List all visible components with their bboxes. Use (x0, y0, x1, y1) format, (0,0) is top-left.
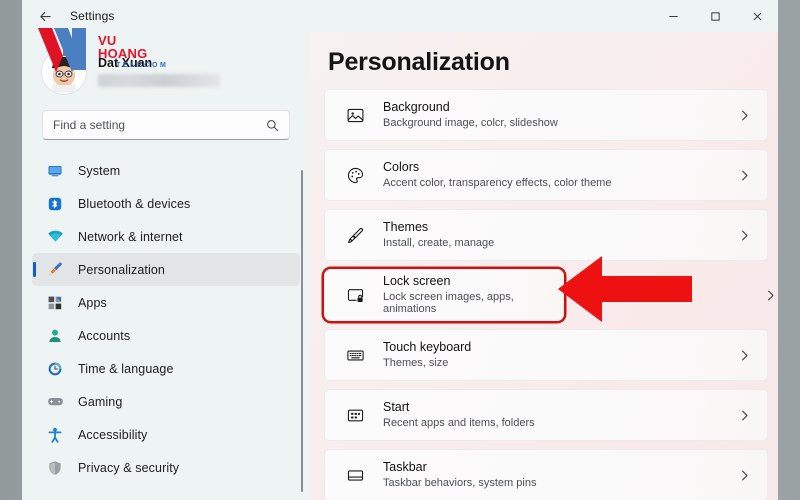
bluetooth-icon (46, 195, 64, 213)
sidebar-item-accessibility[interactable]: Accessibility (32, 418, 300, 451)
chevron-right-icon (738, 409, 751, 422)
sidebar-nav-list: System Bluetooth & devices Network & int… (22, 154, 310, 484)
desktop-background: Settings Dat Xuan Find a setting System … (0, 0, 800, 500)
row-subtitle: Install, create, manage (383, 236, 495, 249)
row-subtitle: Accent color, transparency effects, colo… (383, 176, 612, 189)
sidebar-item-label: Privacy & security (78, 460, 180, 475)
back-arrow-icon[interactable] (30, 3, 60, 29)
search-icon (266, 119, 279, 132)
sidebar-item-personalization[interactable]: Personalization (32, 253, 300, 286)
chevron-right-icon (738, 349, 751, 362)
row-subtitle: Background image, colcr, slideshow (383, 116, 558, 129)
row-title: Lock screen (383, 274, 451, 289)
sidebar-item-label: Bluetooth & devices (78, 196, 191, 211)
sidebar-item-gaming[interactable]: Gaming (32, 385, 300, 418)
sidebar-item-network-internet[interactable]: Network & internet (32, 220, 300, 253)
page-title: Personalization (328, 48, 510, 76)
maximize-button[interactable] (694, 0, 736, 32)
row-title: Themes (383, 220, 429, 235)
chevron-right-icon (738, 169, 751, 182)
sidebar-item-accounts[interactable]: Accounts (32, 319, 300, 352)
row-title: Background (383, 100, 450, 115)
sidebar-item-label: Time & language (78, 361, 174, 376)
sidebar-item-label: Accessibility (78, 427, 148, 442)
paintbrush-icon (343, 223, 367, 247)
lock-screen-icon (343, 283, 367, 307)
settings-row-taskbar[interactable]: Taskbar Taskbar behaviors, system pins (324, 449, 768, 500)
row-title: Colors (383, 160, 420, 175)
sidebar-item-bluetooth-devices[interactable]: Bluetooth & devices (32, 187, 300, 220)
search-input[interactable] (53, 118, 243, 132)
row-subtitle: Taskbar behaviors, system pins (383, 476, 537, 489)
person-icon (46, 327, 64, 345)
sidebar-item-privacy-security[interactable]: Privacy & security (32, 451, 300, 484)
monitor-icon (46, 162, 64, 180)
row-title: Start (383, 400, 410, 415)
keyboard-icon (343, 343, 367, 367)
accessibility-icon (46, 426, 64, 444)
apps-grid-icon (46, 294, 64, 312)
image-icon (343, 103, 367, 127)
close-button[interactable] (736, 0, 778, 32)
settings-window: Settings Dat Xuan Find a setting System … (22, 0, 778, 500)
account-name: Dat Xuan (98, 56, 153, 71)
start-menu-icon (343, 403, 367, 427)
chevron-right-icon (764, 289, 777, 302)
shield-icon (46, 459, 64, 477)
settings-row-colors[interactable]: Colors Accent color, transparency effect… (324, 149, 768, 201)
row-title: Touch keyboard (383, 340, 472, 355)
sidebar: Dat Xuan Find a setting System Bluetooth… (22, 32, 310, 500)
sidebar-item-label: Apps (78, 295, 107, 310)
sidebar-item-label: System (78, 163, 121, 178)
settings-row-touch-keyboard[interactable]: Touch keyboard Themes, size (324, 329, 768, 381)
sidebar-scrollbar[interactable] (301, 170, 303, 492)
sidebar-item-label: Accounts (78, 328, 131, 343)
taskbar-icon (343, 463, 367, 487)
account-header[interactable]: Dat Xuan (22, 32, 310, 104)
palette-icon (343, 163, 367, 187)
chevron-right-icon (738, 109, 751, 122)
row-subtitle: Lock screen images, apps, animations (383, 290, 514, 316)
chevron-right-icon (738, 469, 751, 482)
window-title: Settings (70, 9, 115, 23)
sidebar-item-label: Gaming (78, 394, 123, 409)
account-email-redacted (98, 73, 220, 87)
row-subtitle: Recent apps and items, folders (383, 416, 535, 429)
gamepad-icon (46, 393, 64, 411)
sidebar-item-label: Personalization (78, 262, 165, 277)
main-content: Personalization Background Background im… (310, 32, 778, 500)
sidebar-item-label: Network & internet (78, 229, 183, 244)
settings-row-themes[interactable]: Themes Install, create, manage (324, 209, 768, 261)
wifi-icon (46, 228, 64, 246)
paintbrush-icon (46, 261, 64, 279)
left-arrow-annotation (558, 256, 692, 322)
settings-row-background[interactable]: Background Background image, colcr, slid… (324, 89, 768, 141)
clock-icon (46, 360, 64, 378)
search-box[interactable] (42, 110, 290, 140)
row-title: Taskbar (383, 460, 427, 475)
sidebar-item-apps[interactable]: Apps (32, 286, 300, 319)
settings-row-start[interactable]: Start Recent apps and items, folders (324, 389, 768, 441)
window-controls (652, 0, 778, 32)
title-bar: Settings (22, 0, 778, 32)
chevron-right-icon (738, 229, 751, 242)
user-avatar-icon (42, 50, 86, 94)
minimize-button[interactable] (652, 0, 694, 32)
sidebar-item-time-language[interactable]: Time & language (32, 352, 300, 385)
row-subtitle: Themes, size (383, 356, 449, 369)
settings-row-lock-screen[interactable]: Lock screen Lock screen images, apps, an… (324, 269, 774, 321)
sidebar-item-system[interactable]: System (32, 154, 300, 187)
